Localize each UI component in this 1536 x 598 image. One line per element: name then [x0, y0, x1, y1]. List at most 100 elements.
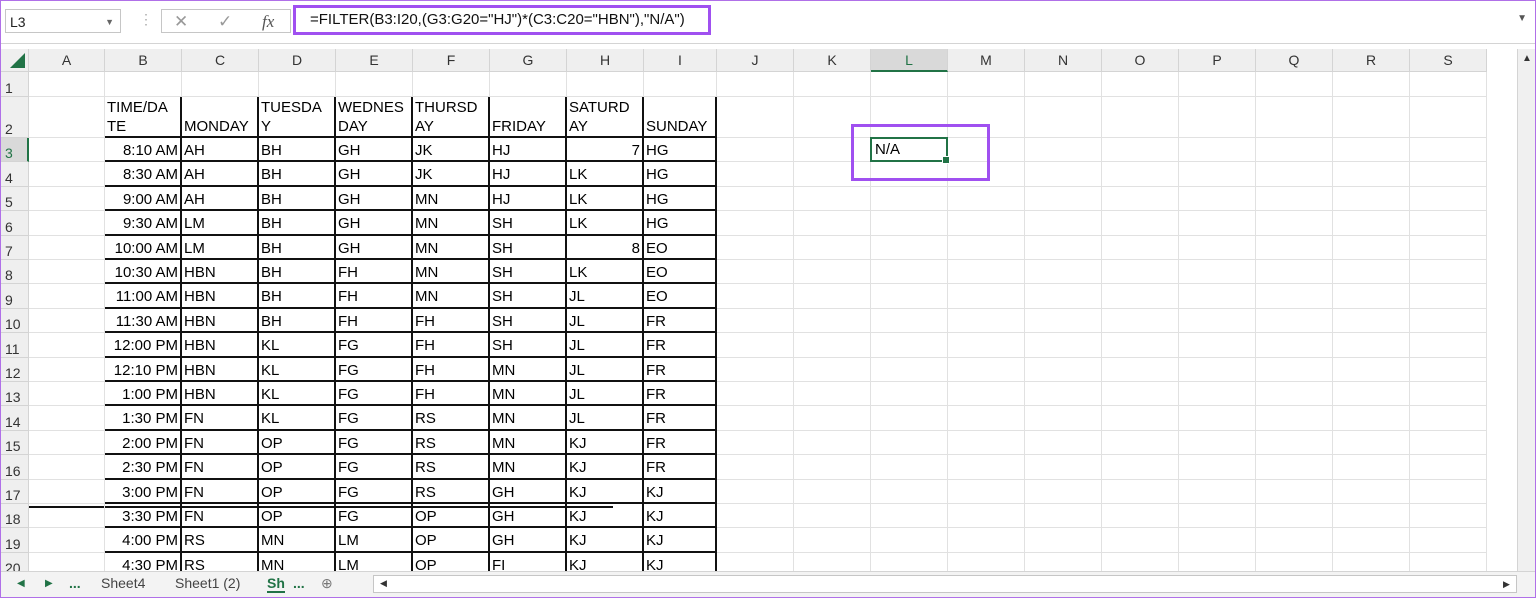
table-cell[interactable]: JL: [567, 406, 644, 431]
table-cell[interactable]: 8: [567, 235, 644, 260]
grid-cell[interactable]: [1410, 382, 1487, 407]
table-cell[interactable]: KJ: [567, 552, 644, 571]
table-cell[interactable]: HG: [644, 211, 717, 236]
table-cell[interactable]: KJ: [567, 430, 644, 456]
table-cell[interactable]: BH: [259, 211, 336, 236]
table-cell[interactable]: FG: [336, 406, 413, 431]
tab-more-left[interactable]: ...: [69, 575, 81, 591]
grid-cell[interactable]: [29, 97, 105, 138]
grid-cell[interactable]: [871, 284, 948, 309]
grid-cell[interactable]: [794, 284, 871, 309]
grid-cell[interactable]: [29, 479, 105, 504]
grid-cell[interactable]: [1179, 97, 1256, 138]
grid-cell[interactable]: [794, 357, 871, 382]
table-cell[interactable]: KJ: [644, 479, 717, 504]
grid-cell[interactable]: [1410, 308, 1487, 334]
grid-cell[interactable]: [1025, 479, 1102, 504]
grid-cell[interactable]: [1256, 455, 1333, 480]
grid-cell[interactable]: [871, 382, 948, 407]
time-cell[interactable]: 1:00 PM: [105, 382, 182, 407]
grid-cell[interactable]: [717, 138, 794, 163]
grid-cell[interactable]: [29, 162, 105, 187]
grid-cell[interactable]: [948, 455, 1025, 480]
grid-cell[interactable]: [717, 162, 794, 187]
table-cell[interactable]: SH: [490, 284, 567, 309]
table-cell[interactable]: BH: [259, 186, 336, 212]
time-cell[interactable]: 11:30 AM: [105, 308, 182, 334]
row-header-13[interactable]: 13: [1, 382, 29, 407]
row-header-5[interactable]: 5: [1, 186, 29, 212]
row-header-4[interactable]: 4: [1, 162, 29, 187]
column-header-O[interactable]: O: [1102, 49, 1179, 72]
grid-cell[interactable]: [1333, 162, 1410, 187]
row-header-15[interactable]: 15: [1, 430, 29, 456]
grid-cell[interactable]: [29, 455, 105, 480]
table-cell[interactable]: MN: [490, 455, 567, 480]
drag-handle-icon[interactable]: ⋮: [139, 11, 153, 28]
select-all-corner[interactable]: [1, 49, 29, 72]
table-cell[interactable]: FG: [336, 382, 413, 407]
grid-cell[interactable]: [948, 333, 1025, 358]
vertical-scrollbar[interactable]: ▲: [1517, 49, 1535, 571]
grid-cell[interactable]: [1410, 72, 1487, 97]
grid-cell[interactable]: [1025, 72, 1102, 97]
table-cell[interactable]: FG: [336, 430, 413, 456]
table-cell[interactable]: MN: [413, 260, 490, 285]
table-cell[interactable]: AH: [182, 162, 259, 187]
grid-cell[interactable]: [1025, 162, 1102, 187]
grid-cell[interactable]: [794, 406, 871, 431]
grid-cell[interactable]: [1333, 406, 1410, 431]
table-cell[interactable]: SH: [490, 260, 567, 285]
grid-cell[interactable]: [948, 235, 1025, 260]
table-cell[interactable]: HBN: [182, 382, 259, 407]
grid-cell[interactable]: [1410, 162, 1487, 187]
table-cell[interactable]: OP: [413, 504, 490, 529]
grid-cell[interactable]: [1256, 333, 1333, 358]
grid-cell[interactable]: [1410, 138, 1487, 163]
grid-cell[interactable]: [1256, 528, 1333, 553]
grid-cell[interactable]: [1025, 186, 1102, 212]
grid-cell[interactable]: [1025, 406, 1102, 431]
grid-cell[interactable]: [1256, 308, 1333, 334]
table-cell[interactable]: BH: [259, 162, 336, 187]
grid-cell[interactable]: [1102, 138, 1179, 163]
table-cell[interactable]: FN: [182, 406, 259, 431]
table-cell[interactable]: OP: [259, 504, 336, 529]
table-cell[interactable]: HJ: [490, 162, 567, 187]
grid-cell[interactable]: [871, 552, 948, 571]
grid-cell[interactable]: [1102, 333, 1179, 358]
grid-cell[interactable]: [1333, 504, 1410, 529]
grid-cell[interactable]: [1333, 138, 1410, 163]
table-cell[interactable]: MN: [490, 382, 567, 407]
table-cell[interactable]: KJ: [567, 504, 644, 529]
column-header-C[interactable]: C: [182, 49, 259, 72]
table-cell[interactable]: KJ: [644, 528, 717, 553]
grid-cell[interactable]: [794, 552, 871, 571]
grid-cell[interactable]: [717, 504, 794, 529]
time-cell[interactable]: 11:00 AM: [105, 284, 182, 309]
grid-cell[interactable]: [1179, 308, 1256, 334]
grid-cell[interactable]: [717, 97, 794, 138]
table-cell[interactable]: GH: [490, 504, 567, 529]
table-cell[interactable]: GH: [336, 235, 413, 260]
grid-cell[interactable]: [871, 455, 948, 480]
table-cell[interactable]: RS: [413, 455, 490, 480]
table-cell[interactable]: HG: [644, 162, 717, 187]
time-cell[interactable]: 4:00 PM: [105, 528, 182, 553]
grid-cell[interactable]: [1256, 97, 1333, 138]
grid-cell[interactable]: [948, 72, 1025, 97]
sheet-tab-active[interactable]: Sh: [267, 575, 285, 593]
grid-cell[interactable]: [1179, 235, 1256, 260]
grid-cell[interactable]: [1333, 430, 1410, 456]
row-header-12[interactable]: 12: [1, 357, 29, 382]
grid-cell[interactable]: [794, 382, 871, 407]
grid-cell[interactable]: [29, 308, 105, 334]
table-cell[interactable]: MN: [413, 235, 490, 260]
grid-cell[interactable]: [1256, 138, 1333, 163]
grid-cell[interactable]: [794, 528, 871, 553]
table-cell[interactable]: HG: [644, 186, 717, 212]
column-header-S[interactable]: S: [1410, 49, 1487, 72]
grid-cell[interactable]: [1102, 382, 1179, 407]
grid-cell[interactable]: [948, 430, 1025, 456]
grid-cell[interactable]: [1179, 138, 1256, 163]
